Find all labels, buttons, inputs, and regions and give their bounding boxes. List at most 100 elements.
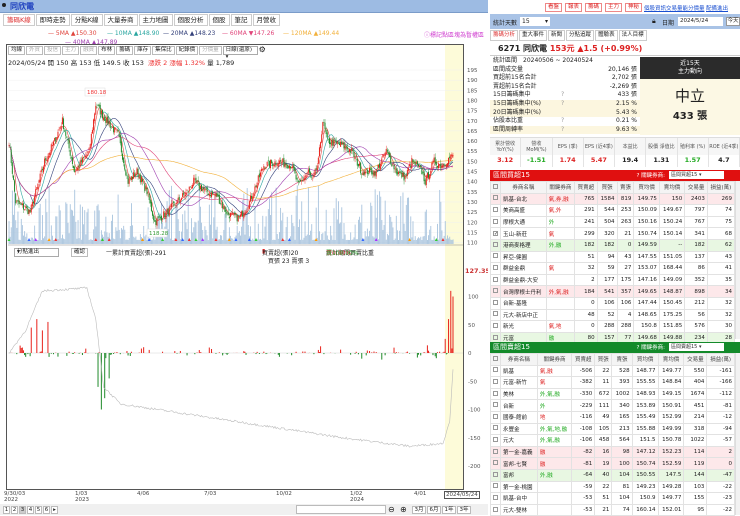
- row-checkbox-cell[interactable]: [491, 377, 501, 389]
- broker-name[interactable]: 國泰-館前: [501, 411, 538, 423]
- toolbar-item[interactable]: 布林: [98, 46, 115, 55]
- checkbox[interactable]: [493, 277, 498, 282]
- toolbar-item[interactable]: 紀錄價: [176, 46, 199, 55]
- checkbox[interactable]: [493, 311, 498, 316]
- days-select[interactable]: 15 ▾: [520, 17, 550, 26]
- column-header[interactable]: 交易量: [685, 182, 708, 194]
- checkbox[interactable]: [493, 184, 498, 189]
- column-header[interactable]: 賣均價: [659, 182, 684, 194]
- broker-name[interactable]: 元富-新竹: [501, 377, 538, 389]
- event-marker[interactable]: [48, 238, 51, 241]
- lock-icon[interactable]: 🔒︎: [652, 17, 656, 26]
- column-header[interactable]: 券商名稱: [501, 182, 547, 194]
- top-link[interactable]: 個股資訊: [644, 4, 666, 12]
- confirm-button[interactable]: 確認: [71, 248, 88, 257]
- table-row[interactable]: 富邦-七賢融-8119100150.74152.591190: [491, 458, 735, 470]
- select-all-checkbox[interactable]: [491, 354, 501, 366]
- checkbox[interactable]: [493, 367, 498, 372]
- broker-name[interactable]: 第一金-嘉義: [501, 446, 538, 458]
- table-row[interactable]: 凱基-台北氣,券,融7651584819149.751502403269: [491, 193, 735, 205]
- select-all-checkbox[interactable]: [491, 182, 501, 194]
- page-button[interactable]: 2: [11, 506, 18, 514]
- range-button[interactable]: 6月: [427, 506, 441, 514]
- checkbox[interactable]: [493, 472, 498, 477]
- checkbox[interactable]: [493, 483, 498, 488]
- top-link[interactable]: 交易量能: [666, 4, 688, 12]
- page-button[interactable]: 1: [3, 506, 10, 514]
- next-page-icon[interactable]: ▸: [51, 506, 58, 514]
- checkbox[interactable]: [493, 507, 498, 512]
- row-checkbox-cell[interactable]: [491, 458, 501, 470]
- right-tab[interactable]: 分點追蹤: [566, 30, 594, 41]
- help-icon[interactable]: ?: [561, 91, 591, 100]
- help-icon[interactable]: ?: [561, 126, 591, 135]
- table-row[interactable]: 第一金-嘉義融-821698147.12152.231142: [491, 446, 735, 458]
- column-header[interactable]: 券商名稱: [501, 354, 538, 366]
- column-header[interactable]: 賣張: [612, 354, 632, 366]
- row-checkbox-cell[interactable]: [491, 239, 501, 251]
- broker-name[interactable]: 台新-基隆: [501, 297, 547, 309]
- row-checkbox-cell[interactable]: [491, 216, 501, 228]
- broker-name[interactable]: 永豐金: [501, 423, 538, 435]
- checkbox[interactable]: [493, 437, 498, 442]
- table-row[interactable]: ✓玉山-新莊氣29932021150.74150.1434168: [491, 228, 735, 240]
- right-tab[interactable]: 體驗表: [595, 30, 618, 41]
- table-row[interactable]: 元富-新竹氣-38211393155.55148.84404-166: [491, 377, 735, 389]
- page-button[interactable]: 5: [35, 506, 42, 514]
- help-icon[interactable]: [561, 83, 591, 92]
- event-marker[interactable]: [28, 238, 31, 241]
- row-checkbox-cell[interactable]: [491, 493, 501, 505]
- broker-name[interactable]: 元大-新店中正: [501, 309, 547, 321]
- table-row[interactable]: 第一金-桃園-592281149.23149.28103-22: [491, 481, 735, 493]
- broker-name[interactable]: 富邦: [501, 469, 538, 481]
- broker-name[interactable]: 昇亞-健圓: [501, 251, 547, 263]
- column-header[interactable]: 賣張: [617, 182, 634, 194]
- right-tab[interactable]: 籌碼分析: [490, 30, 518, 41]
- column-header[interactable]: 買賣超: [572, 354, 595, 366]
- top-button[interactable]: 主力: [605, 3, 622, 12]
- range-button[interactable]: 3月: [412, 506, 426, 514]
- row-checkbox-cell[interactable]: [491, 388, 501, 400]
- top-link[interactable]: 分價量: [688, 4, 705, 12]
- table-row[interactable]: 永豐金外,氣,地,融-108105213155.88149.99318-94: [491, 423, 735, 435]
- broker-name[interactable]: 摩根大通: [501, 216, 547, 228]
- checkbox[interactable]: [493, 356, 498, 361]
- toolbar-item[interactable]: 融資: [80, 46, 97, 55]
- range-button[interactable]: 1年: [442, 506, 456, 514]
- checkbox[interactable]: [493, 253, 498, 258]
- column-header[interactable]: 損益(萬): [707, 354, 735, 366]
- today-button[interactable]: 今天: [726, 17, 740, 26]
- checkbox[interactable]: [493, 495, 498, 500]
- checkbox[interactable]: [493, 323, 498, 328]
- broker-name[interactable]: 第一金-桃園: [501, 481, 538, 493]
- column-header[interactable]: 買均價: [632, 354, 658, 366]
- toolbar-item[interactable]: 外資: [26, 46, 43, 55]
- checkbox[interactable]: [493, 300, 498, 305]
- row-checkbox-cell[interactable]: [491, 321, 501, 333]
- broker-name[interactable]: 台灣摩根士丹利: [501, 286, 547, 298]
- right-tab[interactable]: 法人目標: [619, 30, 647, 41]
- row-checkbox-cell[interactable]: [491, 411, 501, 423]
- table-row[interactable]: 台新-基隆0106106147.44150.4521232: [491, 297, 735, 309]
- broker-name[interactable]: 美商高盛: [501, 205, 547, 217]
- checkbox[interactable]: [493, 195, 498, 200]
- buy-table-scrollbar[interactable]: [735, 181, 740, 339]
- page-button[interactable]: 6: [43, 506, 50, 514]
- row-checkbox-cell[interactable]: [491, 481, 501, 493]
- row-checkbox-cell[interactable]: [491, 469, 501, 481]
- column-header[interactable]: 損益(萬): [707, 182, 734, 194]
- row-checkbox-cell[interactable]: [491, 400, 501, 412]
- row-checkbox-cell[interactable]: [491, 274, 501, 286]
- row-checkbox-cell[interactable]: [491, 263, 501, 275]
- row-checkbox-cell[interactable]: [491, 309, 501, 321]
- toolbar-item[interactable]: 均線: [8, 46, 25, 55]
- checkbox[interactable]: [493, 288, 498, 293]
- row-checkbox-cell[interactable]: [491, 435, 501, 447]
- checkbox[interactable]: [493, 219, 498, 224]
- broker-name[interactable]: 富邦-七賢: [501, 458, 538, 470]
- checkbox[interactable]: [493, 449, 498, 454]
- column-header[interactable]: 關鍵券商: [537, 354, 571, 366]
- broker-name[interactable]: 港商麥格理: [501, 239, 547, 251]
- broker-name[interactable]: 新光: [501, 321, 547, 333]
- date-picker[interactable]: 2024/5/24: [678, 17, 723, 26]
